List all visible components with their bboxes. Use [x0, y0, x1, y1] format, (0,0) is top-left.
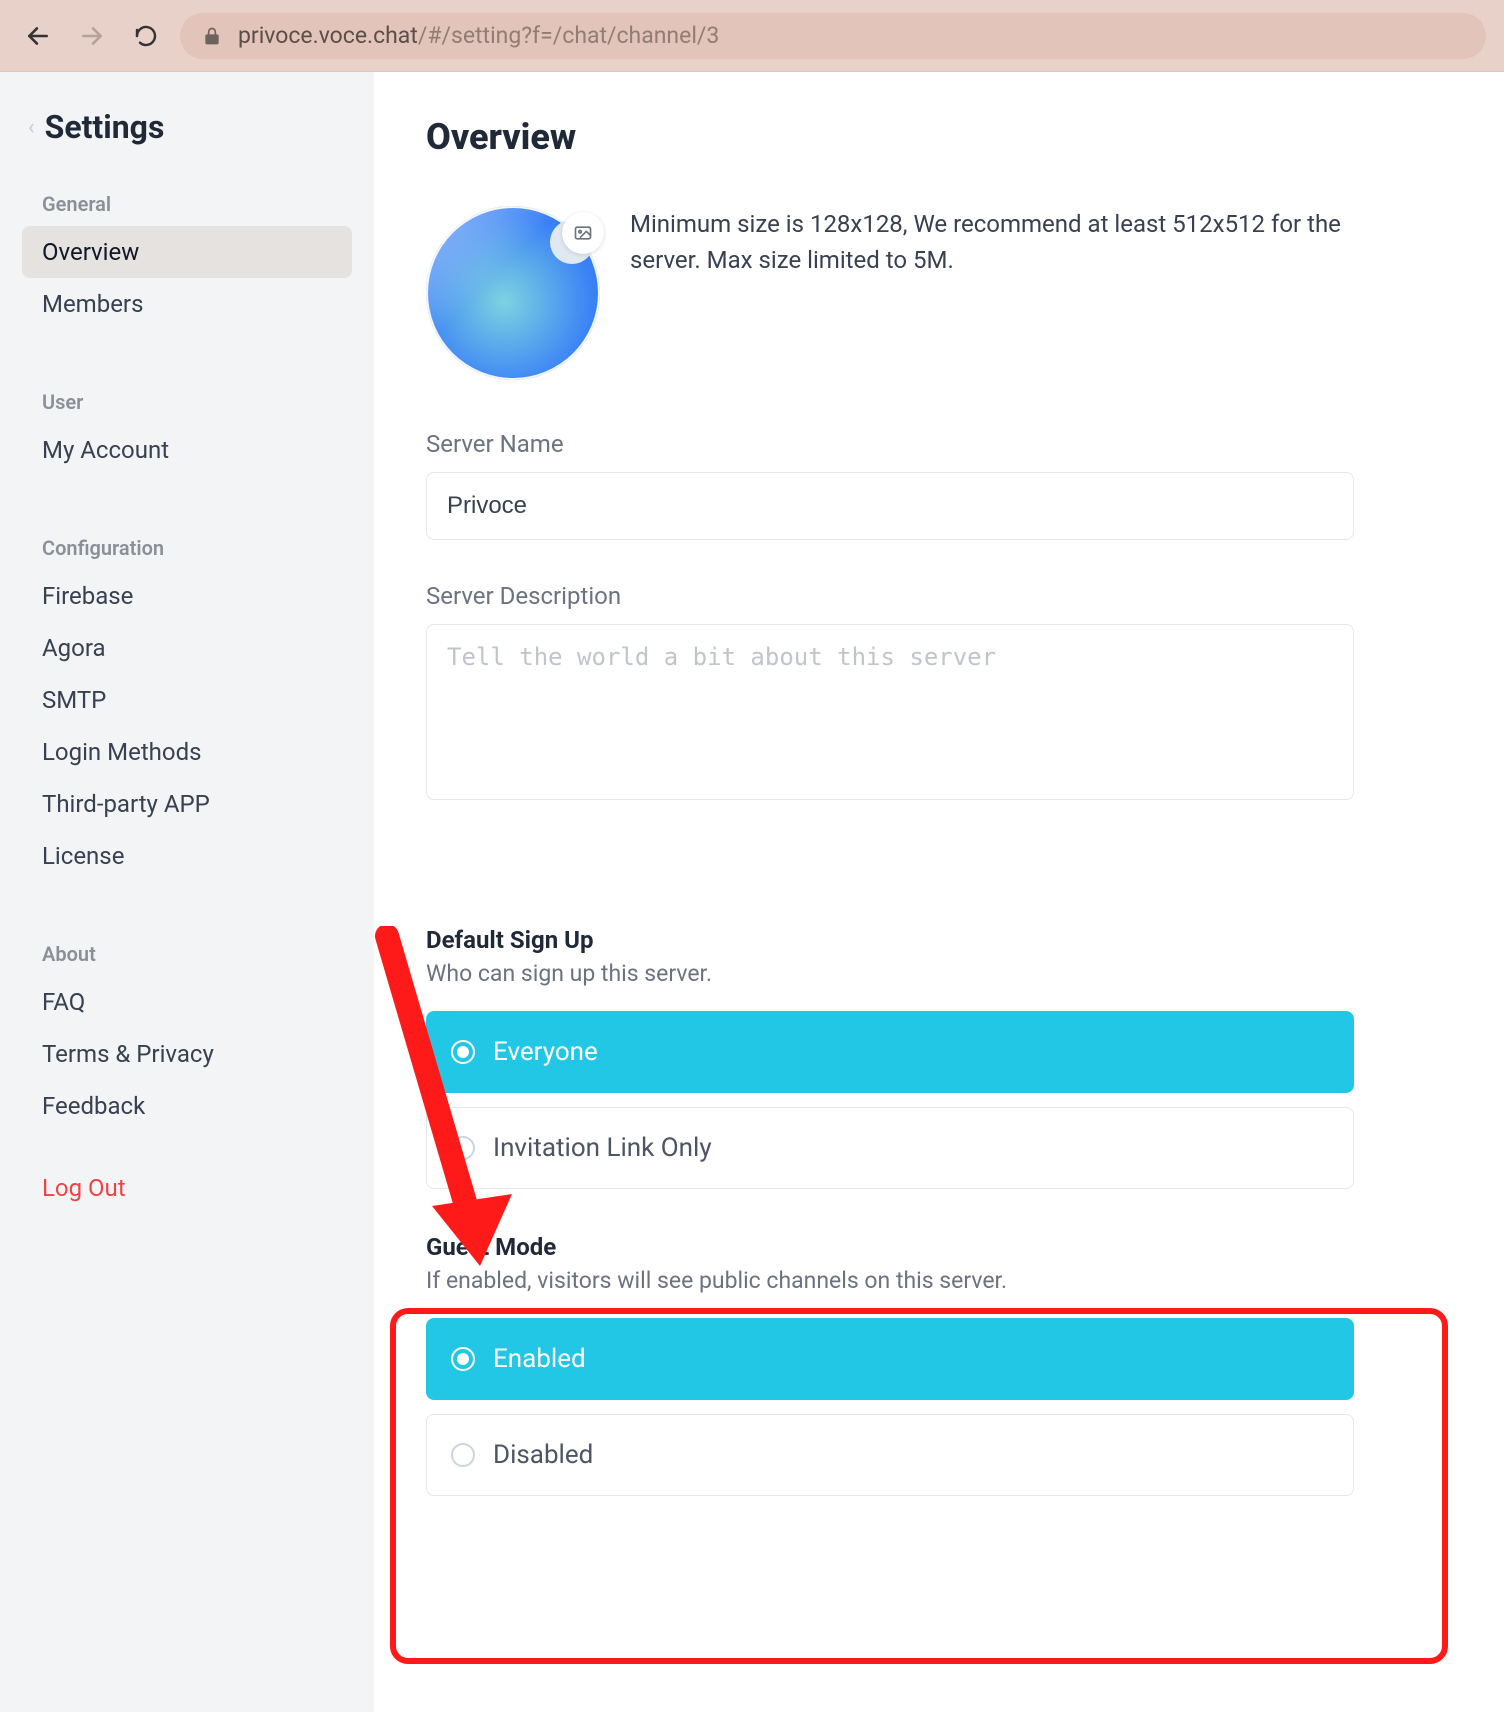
- page-title: Overview: [426, 116, 1452, 158]
- sidebar-item-overview[interactable]: Overview: [22, 226, 352, 278]
- sidebar-item-smtp[interactable]: SMTP: [22, 674, 352, 726]
- sidebar-item-members[interactable]: Members: [22, 278, 352, 330]
- url-text: privoce.voce.chat/#/setting?f=/chat/chan…: [238, 22, 719, 49]
- radio-icon: [451, 1040, 475, 1064]
- signup-option-label: Invitation Link Only: [493, 1133, 712, 1163]
- settings-back[interactable]: ‹ Settings: [28, 108, 352, 146]
- forward-icon[interactable]: [72, 16, 112, 56]
- sidebar-item-third-party-app[interactable]: Third-party APP: [22, 778, 352, 830]
- guest-mode-option-enabled[interactable]: Enabled: [426, 1318, 1354, 1400]
- server-name-label: Server Name: [426, 430, 1452, 458]
- sidebar-item-agora[interactable]: Agora: [22, 622, 352, 674]
- default-signup-title: Default Sign Up: [426, 926, 1452, 954]
- guest-mode-option-disabled[interactable]: Disabled: [426, 1414, 1354, 1496]
- back-icon[interactable]: [18, 16, 58, 56]
- avatar-recommendation-text: Minimum size is 128x128, We recommend at…: [630, 206, 1370, 380]
- sidebar-item-terms-privacy[interactable]: Terms & Privacy: [22, 1028, 352, 1080]
- server-name-input[interactable]: [426, 472, 1354, 540]
- sidebar-item-logout[interactable]: Log Out: [22, 1162, 352, 1214]
- sidebar-item-my-account[interactable]: My Account: [22, 424, 352, 476]
- group-label-configuration: Configuration: [42, 536, 352, 560]
- server-avatar[interactable]: [426, 206, 600, 380]
- group-label-about: About: [42, 942, 352, 966]
- lock-icon: [202, 26, 222, 46]
- guest-mode-subtitle: If enabled, visitors will see public cha…: [426, 1267, 1452, 1294]
- radio-icon: [451, 1443, 475, 1467]
- guest-mode-option-label: Enabled: [493, 1344, 586, 1374]
- signup-option-invitation-only[interactable]: Invitation Link Only: [426, 1107, 1354, 1189]
- reload-icon[interactable]: [126, 16, 166, 56]
- server-description-label: Server Description: [426, 582, 1452, 610]
- sidebar-item-feedback[interactable]: Feedback: [22, 1080, 352, 1132]
- sidebar-item-firebase[interactable]: Firebase: [22, 570, 352, 622]
- address-bar[interactable]: privoce.voce.chat/#/setting?f=/chat/chan…: [180, 13, 1486, 59]
- signup-option-label: Everyone: [493, 1037, 598, 1067]
- radio-icon: [451, 1136, 475, 1160]
- signup-option-everyone[interactable]: Everyone: [426, 1011, 1354, 1093]
- sidebar-item-login-methods[interactable]: Login Methods: [22, 726, 352, 778]
- radio-icon: [451, 1347, 475, 1371]
- chevron-left-icon: ‹: [28, 115, 35, 140]
- settings-title: Settings: [45, 108, 165, 146]
- guest-mode-option-label: Disabled: [493, 1440, 593, 1470]
- sidebar: ‹ Settings General Overview Members User…: [0, 72, 374, 1712]
- browser-bar: privoce.voce.chat/#/setting?f=/chat/chan…: [0, 0, 1504, 72]
- upload-image-icon[interactable]: [562, 212, 604, 254]
- main-content: Overview Minimum size is 128x128, We rec…: [374, 72, 1504, 1712]
- group-label-general: General: [42, 192, 352, 216]
- default-signup-subtitle: Who can sign up this server.: [426, 960, 1452, 987]
- sidebar-item-faq[interactable]: FAQ: [22, 976, 352, 1028]
- server-description-input[interactable]: [426, 624, 1354, 800]
- guest-mode-title: Guest Mode: [426, 1233, 1452, 1261]
- sidebar-item-license[interactable]: License: [22, 830, 352, 882]
- group-label-user: User: [42, 390, 352, 414]
